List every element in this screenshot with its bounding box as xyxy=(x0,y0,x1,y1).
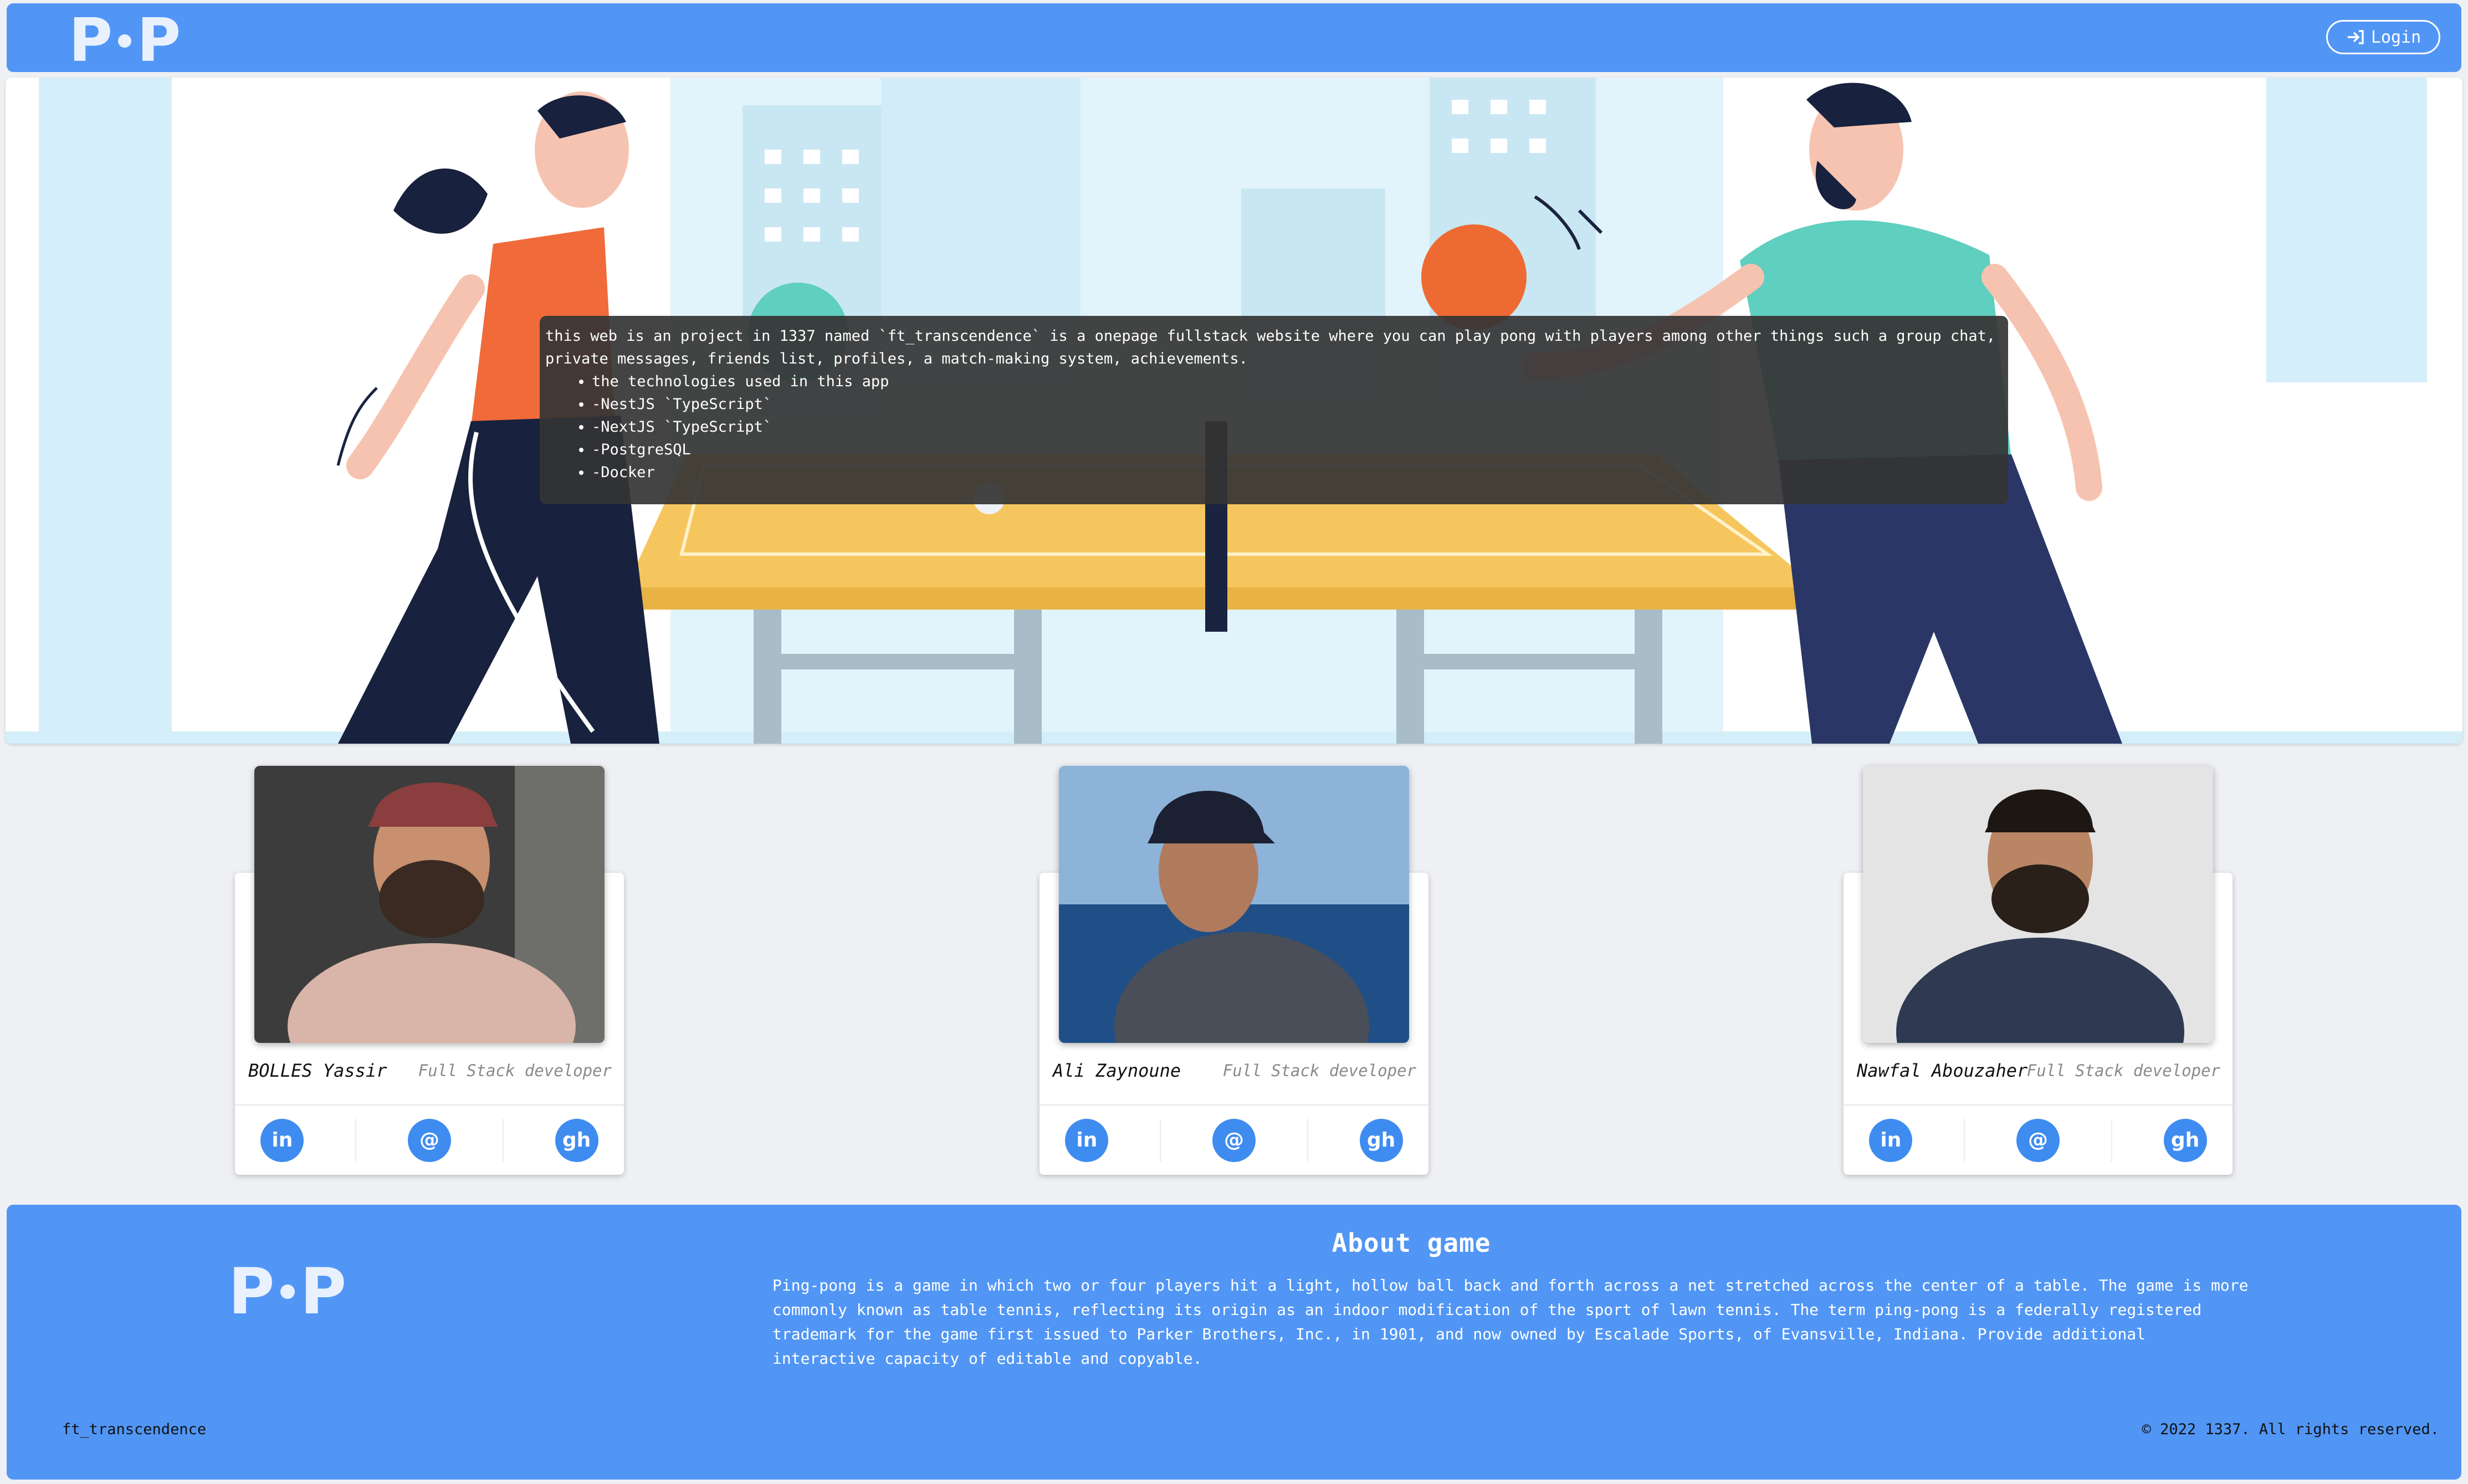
email-icon[interactable]: @ xyxy=(407,1118,451,1162)
social-links: in @ gh xyxy=(235,1106,624,1175)
list-item: -NextJS `TypeScript` xyxy=(592,416,2003,438)
member-role: Full Stack developer xyxy=(418,1061,612,1080)
member-name: Nawfal Abouzaher xyxy=(1857,1060,2028,1081)
list-item: -Docker xyxy=(592,461,2003,484)
member-photo xyxy=(1059,766,1409,1043)
list-item: -NestJS `TypeScript` xyxy=(592,393,2003,416)
logo-dot xyxy=(280,1285,295,1299)
about-title: About game xyxy=(1332,1228,1491,1258)
member-name: Ali Zaynoune xyxy=(1053,1060,1181,1081)
project-info-box: this web is an project in 1337 named `ft… xyxy=(540,316,2008,504)
linkedin-icon[interactable]: in xyxy=(260,1118,304,1162)
icon-separator xyxy=(1964,1118,1965,1162)
social-links: in @ gh xyxy=(1844,1106,2233,1175)
linkedin-icon[interactable]: in xyxy=(1065,1118,1109,1162)
copyright: © 2022 1337. All rights reserved. xyxy=(2142,1421,2439,1438)
member-photo xyxy=(1863,766,2213,1043)
footer: P P About game Ping-pong is a game in wh… xyxy=(7,1205,2461,1480)
footer-brand: ft_transcendence xyxy=(62,1421,207,1438)
footer-logo[interactable]: P P xyxy=(228,1260,346,1323)
login-button[interactable]: Login xyxy=(2326,20,2440,54)
icon-separator xyxy=(1160,1118,1161,1162)
github-icon[interactable]: gh xyxy=(1359,1118,1403,1162)
logo-dot xyxy=(118,34,132,48)
icon-separator xyxy=(355,1118,357,1162)
about-text: Ping-pong is a game in which two or four… xyxy=(772,1276,2249,1368)
github-icon[interactable]: gh xyxy=(555,1118,598,1162)
login-label: Login xyxy=(2370,27,2421,47)
github-icon[interactable]: gh xyxy=(2163,1118,2207,1162)
icon-separator xyxy=(502,1118,504,1162)
logo-letter-right: P xyxy=(300,1255,347,1328)
email-icon[interactable]: @ xyxy=(1212,1118,1256,1162)
social-links: in @ gh xyxy=(1040,1106,1428,1175)
hero-banner: this web is an project in 1337 named `ft… xyxy=(6,78,2462,744)
top-navbar: P P Login xyxy=(7,3,2461,72)
tech-list: the technologies used in this app -NestJ… xyxy=(545,370,2003,484)
logo-letter-left: P xyxy=(228,1255,275,1328)
list-item: the technologies used in this app xyxy=(592,370,2003,393)
project-description: this web is an project in 1337 named `ft… xyxy=(545,327,1996,367)
member-photo xyxy=(254,766,605,1043)
app-logo[interactable]: P P xyxy=(69,11,181,71)
login-arrow-icon xyxy=(2347,30,2364,44)
email-icon[interactable]: @ xyxy=(2016,1118,2060,1162)
member-role: Full Stack developer xyxy=(1222,1061,1416,1080)
logo-letter-left: P xyxy=(69,6,113,75)
member-name: BOLLES Yassir xyxy=(248,1060,387,1081)
member-role: Full Stack developer xyxy=(2026,1061,2220,1080)
linkedin-icon[interactable]: in xyxy=(1869,1118,1913,1162)
icon-separator xyxy=(2111,1118,2112,1162)
list-item: -PostgreSQL xyxy=(592,438,2003,461)
icon-separator xyxy=(1307,1118,1308,1162)
logo-letter-right: P xyxy=(137,6,181,75)
